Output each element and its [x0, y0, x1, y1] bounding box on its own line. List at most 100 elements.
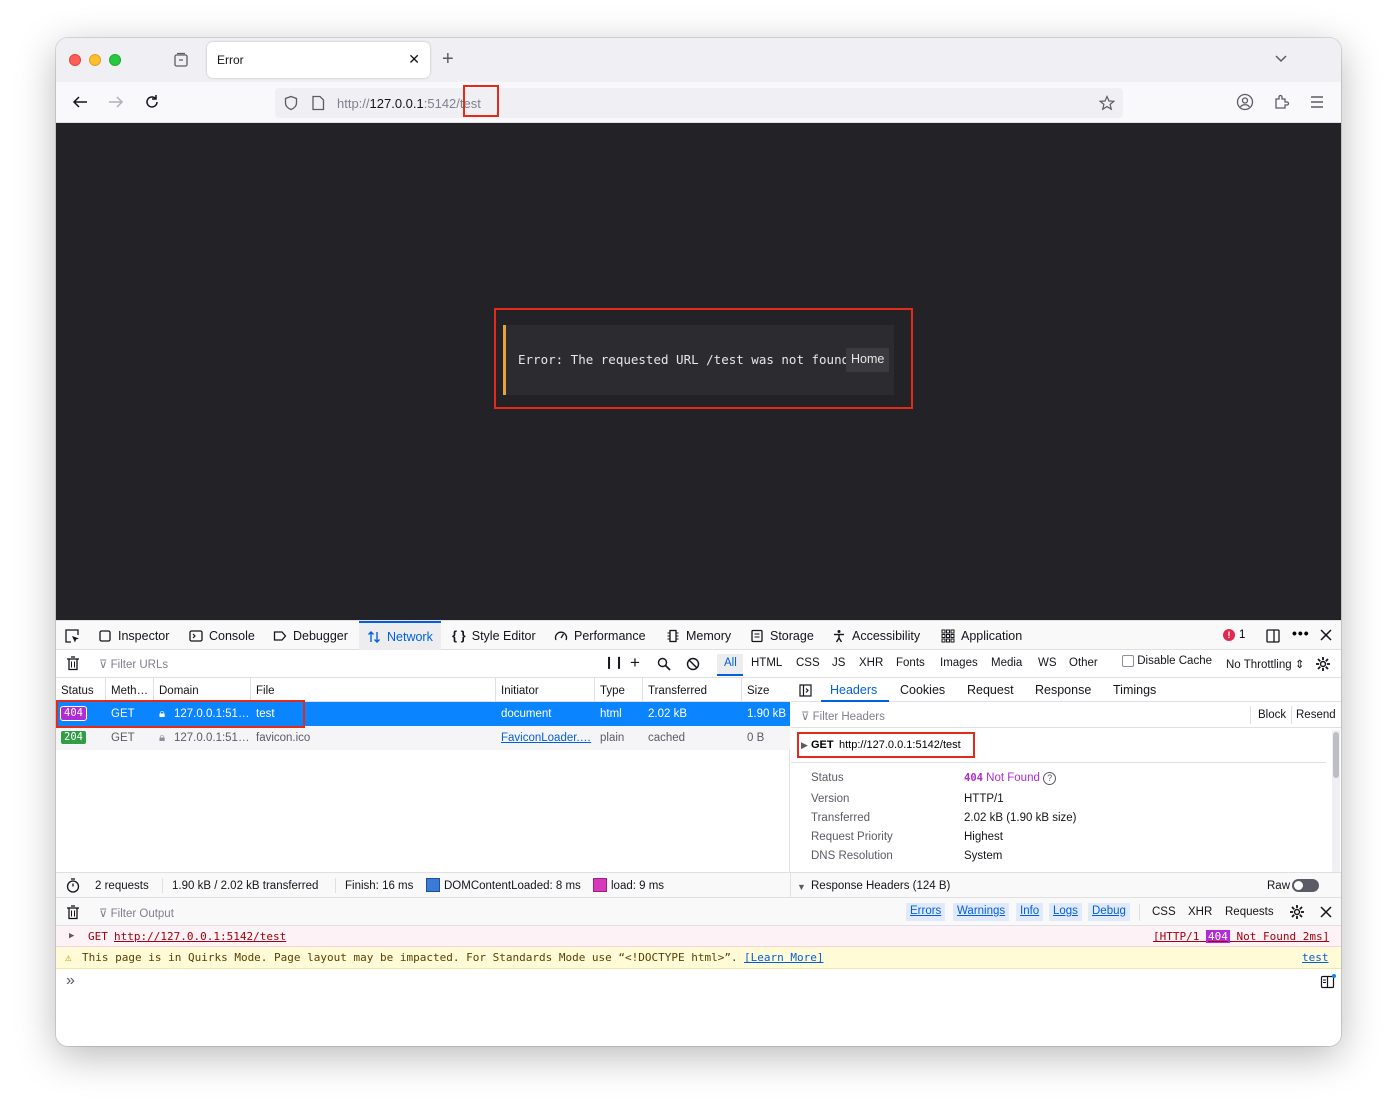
page-info-icon[interactable]	[311, 95, 325, 111]
col-method[interactable]: Meth…	[111, 685, 148, 697]
back-icon[interactable]	[70, 92, 90, 112]
pause-icon[interactable]: ❙❙	[604, 655, 624, 669]
maximize-window-button[interactable]	[109, 54, 121, 66]
url-text[interactable]: http://127.0.0.1:5142/test	[337, 96, 481, 111]
more-options-icon[interactable]: •••	[1292, 625, 1310, 641]
console-error-message[interactable]: ▶ GET http://127.0.0.1:5142/test [HTTP/1…	[56, 926, 1341, 947]
tab-memory[interactable]: Memory	[666, 621, 731, 650]
scrollbar-thumb[interactable]	[1333, 732, 1339, 778]
tab-error[interactable]: Error ✕	[207, 42, 430, 78]
filter-js[interactable]: JS	[832, 657, 845, 669]
filter-ws[interactable]: WS	[1038, 657, 1057, 669]
tab-storage[interactable]: Storage	[750, 621, 814, 650]
level-info[interactable]: Info	[1016, 903, 1044, 921]
close-tab-icon[interactable]: ✕	[408, 51, 420, 68]
clear-console-trash-icon[interactable]	[66, 905, 80, 920]
console-input[interactable]: »	[56, 969, 1341, 1046]
filter-css-messages[interactable]: CSS	[1152, 906, 1176, 918]
col-transferred[interactable]: Transferred	[648, 685, 707, 697]
tab-console[interactable]: Console	[189, 621, 255, 650]
tab-accessibility[interactable]: Accessibility	[832, 621, 920, 650]
add-block-icon[interactable]: +	[630, 653, 640, 673]
toggle-sidebar-icon[interactable]	[799, 684, 812, 697]
error-meta[interactable]: [HTTP/1 404 Not Found 2ms]	[1153, 930, 1329, 943]
collapse-arrow-icon[interactable]: ▼	[797, 882, 806, 892]
tab-inspector[interactable]: Inspector	[98, 621, 169, 650]
col-file[interactable]: File	[256, 685, 275, 697]
filter-html[interactable]: HTML	[751, 657, 782, 669]
filter-all[interactable]: All	[724, 657, 737, 669]
level-warnings[interactable]: Warnings	[953, 903, 1010, 921]
headers-scrollbar[interactable]	[1332, 730, 1340, 872]
forward-icon[interactable]	[106, 92, 126, 112]
filter-media[interactable]: Media	[991, 657, 1022, 669]
level-debug[interactable]: Debug	[1088, 903, 1130, 921]
table-row[interactable]: 204 GET 🔒︎ 127.0.0.1:51… favicon.ico Fav…	[56, 726, 790, 750]
network-settings-gear-icon[interactable]	[1315, 656, 1331, 672]
filter-output-input[interactable]: ⊽ Filter Output	[99, 906, 174, 920]
learn-more-link[interactable]: [Learn More]	[744, 951, 823, 964]
list-all-tabs-icon[interactable]	[1273, 50, 1289, 66]
bookmark-star-icon[interactable]	[1099, 95, 1115, 111]
block-button[interactable]: Block	[1258, 709, 1286, 721]
search-icon[interactable]	[657, 657, 671, 671]
resend-button[interactable]: Resend	[1296, 709, 1336, 721]
filter-requests-messages[interactable]: Requests	[1225, 906, 1274, 918]
tab-style-editor[interactable]: { } Style Editor	[452, 621, 536, 650]
reload-icon[interactable]	[142, 92, 162, 112]
warning-source-link[interactable]: test	[1302, 951, 1329, 964]
level-logs[interactable]: Logs	[1049, 903, 1082, 921]
filter-fonts[interactable]: Fonts	[896, 657, 925, 669]
close-devtools-icon[interactable]	[1319, 628, 1333, 642]
element-picker-icon[interactable]	[64, 628, 80, 644]
raw-toggle[interactable]	[1292, 879, 1319, 892]
error-counter[interactable]: ! 1	[1223, 629, 1245, 641]
minimize-window-button[interactable]	[89, 54, 101, 66]
request-summary[interactable]: ▶ GET http://127.0.0.1:5142/test	[791, 729, 1326, 763]
tab-performance[interactable]: Performance	[554, 621, 646, 650]
extensions-icon[interactable]	[1272, 93, 1290, 111]
expand-arrow-icon[interactable]: ▶	[69, 931, 74, 941]
filter-xhr-messages[interactable]: XHR	[1188, 906, 1212, 918]
col-initiator[interactable]: Initiator	[501, 685, 539, 697]
col-type[interactable]: Type	[600, 685, 625, 697]
tab-application[interactable]: Application	[941, 621, 1022, 650]
url-bar[interactable]: http://127.0.0.1:5142/test	[275, 85, 1123, 118]
tracking-protection-shield-icon[interactable]	[283, 95, 299, 111]
filter-images[interactable]: Images	[940, 657, 978, 669]
block-icon[interactable]	[686, 657, 700, 671]
help-icon[interactable]: ?	[1043, 772, 1057, 785]
account-icon[interactable]	[1236, 93, 1254, 111]
home-link[interactable]: Home	[846, 348, 890, 372]
tab-headers[interactable]: Headers	[830, 683, 877, 697]
tab-debugger[interactable]: Debugger	[273, 621, 348, 650]
console-settings-gear-icon[interactable]	[1289, 904, 1305, 920]
throttling-select[interactable]: No Throttling ⇕	[1226, 657, 1304, 671]
filter-xhr[interactable]: XHR	[859, 657, 883, 669]
clear-requests-trash-icon[interactable]	[66, 656, 80, 671]
filter-other[interactable]: Other	[1069, 657, 1098, 669]
filter-urls-input[interactable]: ⊽ Filter URLs	[99, 657, 168, 671]
dock-side-icon[interactable]	[1265, 628, 1281, 644]
tab-manager-icon[interactable]	[173, 52, 189, 68]
close-window-button[interactable]	[69, 54, 81, 66]
disable-cache-checkbox[interactable]: Disable Cache	[1122, 655, 1212, 667]
level-errors[interactable]: Errors	[906, 903, 946, 921]
tab-request[interactable]: Request	[967, 683, 1014, 697]
tab-timings[interactable]: Timings	[1113, 683, 1156, 697]
tab-network[interactable]: Network	[359, 621, 441, 650]
tab-cookies[interactable]: Cookies	[900, 683, 945, 697]
col-status[interactable]: Status	[61, 685, 94, 697]
close-split-console-icon[interactable]	[1319, 905, 1333, 919]
col-size[interactable]: Size	[747, 685, 769, 697]
editor-mode-icon[interactable]	[1320, 974, 1336, 990]
response-headers-toggle[interactable]: Response Headers (124 B)	[811, 880, 950, 892]
filter-css[interactable]: CSS	[796, 657, 820, 669]
error-url-link[interactable]: http://127.0.0.1:5142/test	[114, 930, 286, 943]
filter-headers-input[interactable]: ⊽ Filter Headers	[801, 709, 885, 723]
tab-response[interactable]: Response	[1035, 683, 1091, 697]
initiator-link[interactable]: FaviconLoader.…	[501, 732, 591, 744]
new-tab-button[interactable]: +	[442, 48, 454, 71]
col-domain[interactable]: Domain	[159, 685, 199, 697]
app-menu-icon[interactable]	[1309, 94, 1325, 110]
